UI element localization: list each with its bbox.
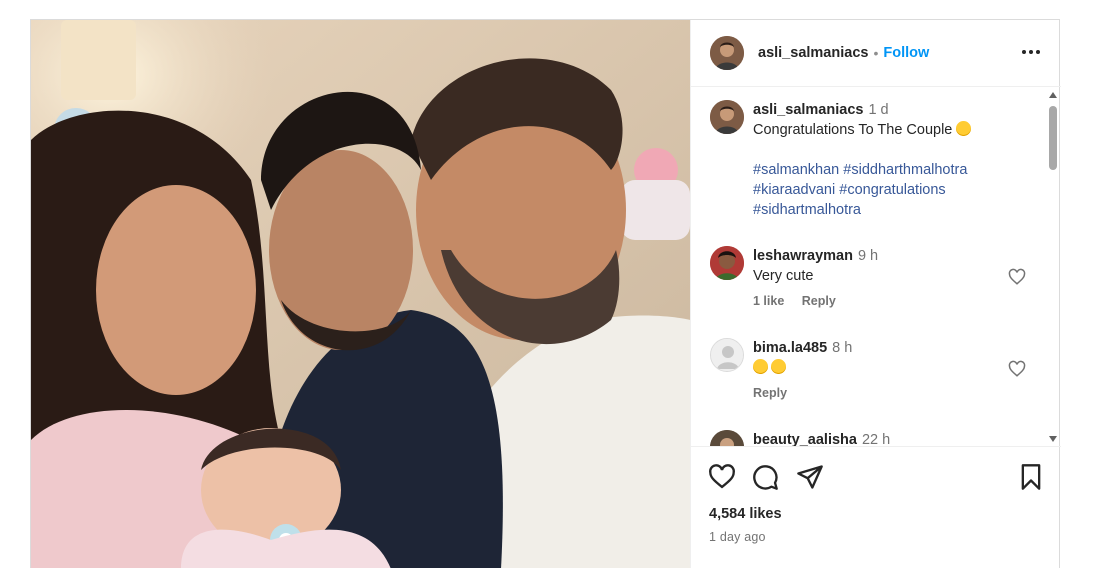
like-comment-heart-icon[interactable]	[1008, 360, 1026, 378]
save-bookmark-icon[interactable]	[1017, 463, 1045, 491]
post-card: asli_salmaniacs • Follow asli_salmaniacs…	[30, 19, 1061, 568]
hashtag-link[interactable]: #siddharthmalhotra	[843, 162, 967, 178]
caption-text: Congratulations To The Couple	[753, 122, 953, 138]
star-struck-icon	[753, 359, 768, 374]
commenter-avatar[interactable]	[710, 246, 744, 280]
default-avatar-icon	[711, 339, 743, 371]
scroll-up-arrow-icon[interactable]	[1049, 92, 1057, 98]
comment-bubble-icon[interactable]	[751, 463, 779, 491]
comment-item: beauty_aalisha 22 h	[710, 430, 1030, 446]
reply-button[interactable]: Reply	[753, 386, 787, 400]
post-actions: 4,584 likes 1 day ago	[691, 446, 1061, 568]
scroll-down-arrow-icon[interactable]	[1049, 436, 1057, 442]
commenter-avatar[interactable]	[710, 430, 744, 446]
avatar-image-icon	[710, 430, 744, 446]
author-username[interactable]: asli_salmaniacs	[758, 45, 868, 61]
commenter-username[interactable]: leshawrayman	[753, 248, 853, 264]
author-avatar[interactable]	[710, 36, 744, 70]
commenter-username[interactable]: bima.la485	[753, 340, 827, 356]
commenter-avatar[interactable]	[710, 338, 744, 372]
follow-button[interactable]: Follow	[883, 45, 929, 61]
reply-button[interactable]: Reply	[802, 294, 836, 308]
comment-text: Very cute	[753, 268, 814, 284]
separator-dot: •	[873, 45, 879, 61]
likes-count[interactable]: 4,584 likes	[709, 506, 782, 522]
post-photo[interactable]	[31, 20, 690, 568]
hashtag-link[interactable]: #kiaraadvani	[753, 182, 835, 198]
hashtag-link[interactable]: #congratulations	[839, 182, 945, 198]
comments-list[interactable]: asli_salmaniacs 1 d Congratulations To Th…	[691, 88, 1061, 446]
comment-time[interactable]: 22 h	[862, 432, 890, 446]
avatar-image-icon	[710, 246, 744, 280]
caption-time[interactable]: 1 d	[868, 102, 888, 118]
scroll-thumb[interactable]	[1049, 106, 1057, 170]
caption-avatar[interactable]	[710, 100, 744, 134]
comment-time[interactable]: 8 h	[832, 340, 852, 356]
smiling-face-with-hearts-icon	[956, 121, 972, 136]
caption-hashtags: #salmankhan #siddharthmalhotra #kiaraadv…	[753, 160, 1033, 220]
hashtag-link[interactable]: #sidhartmalhotra	[753, 202, 861, 218]
avatar-image-icon	[710, 100, 744, 134]
more-options-icon[interactable]	[1021, 42, 1041, 62]
comments-scrollbar[interactable]	[1047, 88, 1059, 446]
comment-likes-count[interactable]: 1 like	[753, 294, 784, 308]
post-sidebar: asli_salmaniacs • Follow asli_salmaniacs…	[690, 20, 1061, 568]
hashtag-link[interactable]: #salmankhan	[753, 162, 839, 178]
like-comment-heart-icon[interactable]	[1008, 268, 1026, 286]
share-paper-plane-icon[interactable]	[796, 463, 824, 491]
family-photo-illustration	[31, 20, 690, 568]
avatar-image-icon	[710, 36, 744, 70]
comment-time[interactable]: 9 h	[858, 248, 878, 264]
post-timestamp[interactable]: 1 day ago	[709, 530, 766, 544]
star-struck-icon	[771, 359, 786, 374]
post-header: asli_salmaniacs • Follow	[691, 20, 1061, 87]
comment-item: leshawrayman 9 h Very cute 1 like Reply	[710, 246, 1030, 326]
comment-item: bima.la485 8 h Reply	[710, 338, 1030, 418]
caption-entry: asli_salmaniacs 1 d Congratulations To Th…	[710, 100, 1030, 230]
caption-username[interactable]: asli_salmaniacs	[753, 102, 863, 118]
like-heart-icon[interactable]	[708, 463, 736, 491]
comment-emoji-row	[753, 358, 1033, 378]
commenter-username[interactable]: beauty_aalisha	[753, 432, 857, 446]
